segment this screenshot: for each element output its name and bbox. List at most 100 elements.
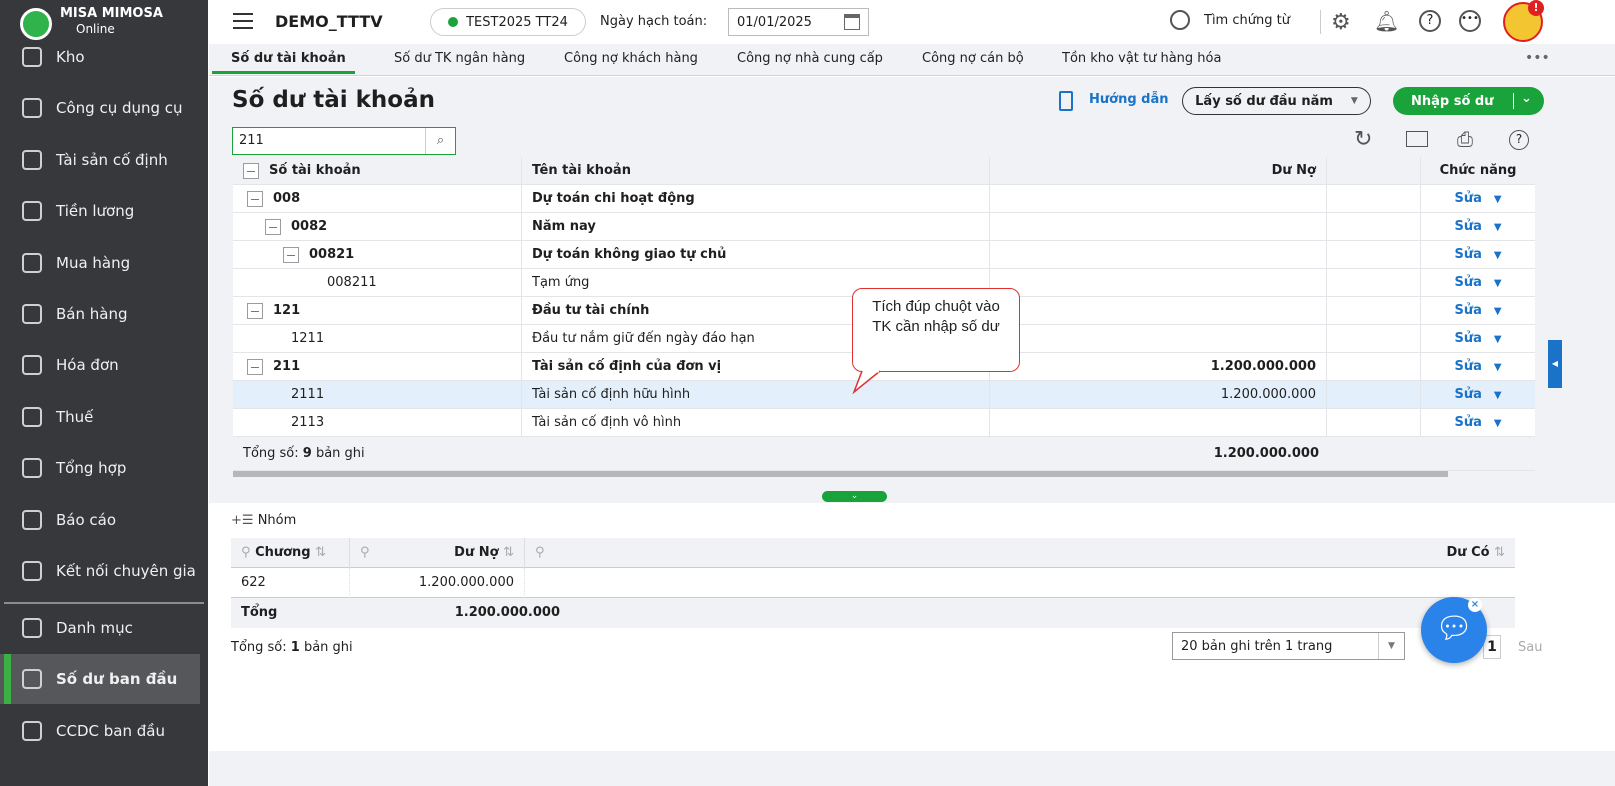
caret-down-icon[interactable]: ▼ [1378, 633, 1404, 659]
search-icon[interactable]: ⌕ [425, 128, 455, 154]
tab[interactable]: Công nợ khách hàng [564, 51, 698, 66]
search-icon[interactable] [1170, 10, 1190, 30]
bell-icon[interactable]: 🔔︎ [1374, 9, 1399, 33]
pin-icon[interactable]: ⚲ [241, 545, 251, 560]
calendar-icon[interactable] [844, 14, 860, 30]
tab[interactable]: Công nợ cán bộ [922, 51, 1024, 66]
edit-link[interactable]: Sửa [1454, 387, 1481, 402]
collapse-toggle-icon[interactable] [247, 358, 263, 375]
help-icon[interactable]: ? [1419, 10, 1441, 32]
edit-link[interactable]: Sửa [1454, 359, 1481, 374]
sidebar-item-label: Thuế [56, 407, 94, 426]
page-size-select[interactable]: 20 bản ghi trên 1 trang ▼ [1172, 632, 1405, 660]
table-row[interactable]: 2113 Tài sản cố định vô hình Sửa ▼ [233, 409, 1535, 437]
email-icon[interactable] [1406, 131, 1428, 147]
side-panel-toggle[interactable]: ◀ [1548, 340, 1562, 388]
group-button[interactable]: +☰ Nhóm [231, 513, 296, 528]
sidebar-item[interactable]: Tài sản cố định [0, 135, 200, 185]
sidebar-item[interactable]: Kết nối chuyên gia [0, 546, 200, 596]
wallet-icon [22, 201, 42, 222]
print-icon[interactable]: ⎙ [1457, 127, 1473, 151]
tab[interactable]: Tồn kho vật tư hàng hóa [1062, 51, 1221, 66]
sidebar-item[interactable]: Danh mục [0, 603, 200, 653]
debit-cell [990, 297, 1327, 325]
edit-link[interactable]: Sửa [1454, 303, 1481, 318]
caret-down-icon[interactable]: ▼ [1494, 306, 1502, 317]
fetch-opening-balance-dropdown[interactable]: Lấy số dư đầu năm ▼ [1182, 87, 1371, 115]
sidebar-item[interactable]: Tiền lương [0, 186, 200, 236]
caret-down-icon[interactable]: ▼ [1494, 362, 1502, 373]
horizontal-scrollbar[interactable] [233, 471, 1448, 477]
date-input[interactable]: 01/01/2025 [728, 8, 869, 36]
gear-icon[interactable]: ⚙ [1331, 10, 1351, 35]
sidebar-item[interactable]: Thuế [0, 392, 200, 442]
actions-cell: Sửa ▼ [1421, 409, 1535, 437]
caret-down-icon[interactable]: ▼ [1494, 418, 1502, 429]
sidebar-item[interactable]: Công cụ dụng cụ [0, 83, 200, 133]
search-documents-link[interactable]: Tìm chứng từ [1204, 13, 1290, 28]
enter-balance-label: Nhập số dư [1411, 93, 1494, 109]
header-debit: Dư Nợ [990, 157, 1327, 185]
detail-row[interactable]: 622 1.200.000.000 [231, 568, 1515, 598]
detail-record-count: Tổng số: 1 bản ghi [231, 640, 353, 655]
edit-link[interactable]: Sửa [1454, 247, 1481, 262]
dataset-selector[interactable]: TEST2025 TT24 [430, 8, 586, 36]
caret-down-icon[interactable]: ▼ [1494, 222, 1502, 233]
search-input[interactable]: 211 ⌕ [232, 127, 456, 155]
chevron-down-icon[interactable]: ⌄ [1521, 91, 1532, 106]
pin-icon[interactable]: ⚲ [535, 538, 545, 568]
caret-down-icon[interactable]: ▼ [1494, 390, 1502, 401]
expert-icon [22, 561, 42, 581]
enter-balance-button[interactable]: Nhập số dư ⌄ [1393, 87, 1544, 115]
edit-link[interactable]: Sửa [1454, 191, 1481, 206]
chapter-cell: 622 [231, 568, 350, 598]
tabs-more-icon[interactable]: ••• [1525, 50, 1550, 66]
select-all-checkbox[interactable] [243, 162, 259, 179]
edit-link[interactable]: Sửa [1454, 415, 1481, 430]
next-page-button[interactable]: Sau [1518, 640, 1542, 655]
collapse-toggle-icon[interactable] [265, 218, 281, 235]
sidebar-item[interactable]: Báo cáo [0, 495, 200, 545]
more-icon[interactable]: ••• [1459, 10, 1481, 32]
sort-icon[interactable]: ⇅ [1494, 545, 1505, 560]
sidebar-item[interactable]: CCDC ban đầu [0, 706, 200, 756]
table-row[interactable]: 008 Dự toán chi hoạt động Sửa ▼ [233, 185, 1535, 213]
tab[interactable]: Công nợ nhà cung cấp [737, 51, 883, 66]
tab[interactable]: Số dư TK ngân hàng [394, 51, 525, 66]
refresh-icon[interactable]: ↻ [1354, 127, 1372, 152]
sidebar-item[interactable]: Bán hàng [0, 289, 200, 339]
header-account-name: Tên tài khoản [522, 157, 990, 185]
collapse-toggle-icon[interactable] [247, 190, 263, 207]
caret-down-icon[interactable]: ▼ [1494, 194, 1502, 205]
collapse-toggle-icon[interactable] [247, 302, 263, 319]
sidebar-item[interactable]: Kho [0, 32, 200, 82]
sort-icon[interactable]: ⇅ [315, 545, 326, 560]
edit-link[interactable]: Sửa [1454, 219, 1481, 234]
help-icon[interactable]: ? [1509, 130, 1529, 150]
chat-close-icon[interactable]: × [1468, 598, 1482, 612]
edit-link[interactable]: Sửa [1454, 275, 1481, 290]
empty-cell [1327, 185, 1421, 213]
guide-link[interactable]: Hướng dẫn [1089, 92, 1169, 107]
pin-icon[interactable]: ⚲ [360, 538, 370, 568]
sidebar-item[interactable]: Hóa đơn [0, 340, 200, 390]
sidebar-item[interactable]: Mua hàng [0, 238, 200, 288]
sidebar-item-label: Tiền lương [56, 202, 135, 221]
sidebar-item-label: Tổng hợp [56, 459, 127, 478]
company-name: DEMO_TTTV [275, 12, 383, 31]
guide-icon[interactable] [1059, 91, 1073, 111]
sidebar-item[interactable]: Tổng hợp [0, 443, 200, 493]
caret-down-icon[interactable]: ▼ [1494, 278, 1502, 289]
table-row[interactable]: 0082 Năm nay Sửa ▼ [233, 213, 1535, 241]
caret-down-icon[interactable]: ▼ [1494, 334, 1502, 345]
sidebar-item[interactable]: Số dư ban đầu [0, 654, 200, 705]
menu-icon[interactable] [233, 13, 253, 29]
caret-down-icon[interactable]: ▼ [1494, 250, 1502, 261]
panel-splitter-toggle[interactable]: ⌄ [822, 491, 887, 502]
collapse-toggle-icon[interactable] [283, 246, 299, 263]
tab[interactable]: Số dư tài khoản [231, 51, 346, 66]
empty-cell [1327, 297, 1421, 325]
table-row[interactable]: 00821 Dự toán không giao tự chủ Sửa ▼ [233, 241, 1535, 269]
edit-link[interactable]: Sửa [1454, 331, 1481, 346]
sort-icon[interactable]: ⇅ [503, 545, 514, 560]
